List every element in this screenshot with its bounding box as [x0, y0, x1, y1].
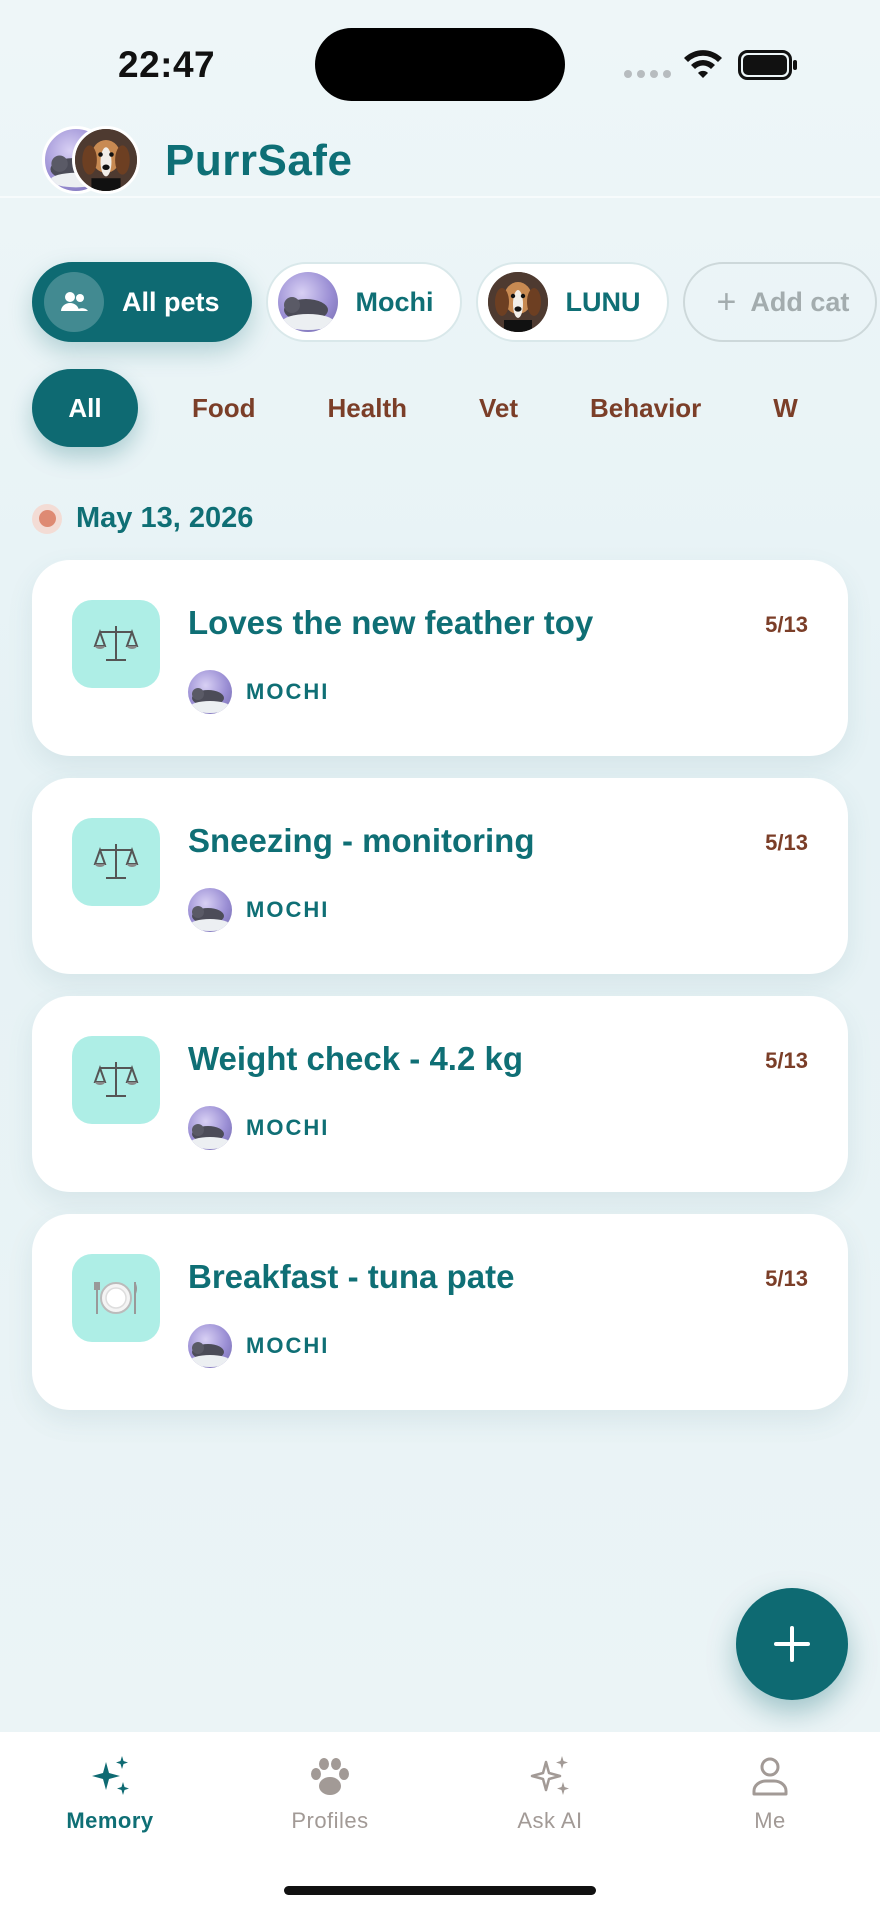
- nav-ask-ai[interactable]: Ask AI: [460, 1752, 640, 1852]
- card-pet-tag: MOCHI: [188, 670, 329, 714]
- card-pet-name: MOCHI: [246, 1115, 330, 1140]
- pet-chip-label: LUNU: [565, 286, 641, 317]
- memory-card[interactable]: Sneezing - monitoring 5/13 MOCHI: [32, 778, 848, 974]
- card-title: Breakfast - tuna pate: [188, 1258, 515, 1295]
- status-bar: 22:47: [0, 0, 880, 120]
- card-date: 5/13: [765, 1266, 808, 1291]
- pet-avatars[interactable]: [42, 126, 142, 196]
- mochi-avatar: [188, 888, 232, 932]
- pet-filter-row: All pets Mochi LUNU + Add cat: [32, 262, 878, 344]
- timeline-date-header: May 13, 2026: [32, 502, 253, 535]
- tab-health[interactable]: Health: [292, 369, 443, 447]
- scale-icon: [72, 1036, 160, 1124]
- tab-behavior[interactable]: Behavior: [554, 369, 737, 447]
- cellular-signal-icon: [624, 70, 671, 78]
- pet-chip-all-pets[interactable]: All pets: [32, 262, 252, 342]
- date-dot-icon: [32, 503, 62, 534]
- people-icon: [44, 272, 104, 332]
- person-icon: [752, 1757, 788, 1796]
- nav-profiles[interactable]: Profiles: [240, 1752, 420, 1852]
- nav-memory[interactable]: Memory: [20, 1752, 200, 1852]
- card-date: 5/13: [765, 612, 808, 637]
- app-header: PurrSafe: [0, 118, 880, 200]
- app-title: PurrSafe: [165, 136, 353, 185]
- pet-chip-mochi[interactable]: Mochi: [265, 262, 462, 342]
- plate-icon: [72, 1254, 160, 1342]
- card-title: Loves the new feather toy: [188, 604, 594, 641]
- paw-icon: [311, 1758, 349, 1795]
- sparkles-icon: [530, 1756, 569, 1795]
- timeline-date: May 13, 2026: [76, 502, 254, 534]
- card-title: Weight check - 4.2 kg: [188, 1040, 523, 1077]
- add-cat-button[interactable]: + Add cat: [682, 262, 878, 342]
- plus-icon: +: [716, 282, 737, 321]
- memory-card[interactable]: Weight check - 4.2 kg 5/13 MOCHI: [32, 996, 848, 1192]
- memory-card[interactable]: Loves the new feather toy 5/13 MOCHI: [32, 560, 848, 756]
- nav-me[interactable]: Me: [680, 1752, 860, 1852]
- memory-card[interactable]: Breakfast - tuna pate 5/13 MOCHI: [32, 1214, 848, 1410]
- tab-food[interactable]: Food: [156, 369, 292, 447]
- tab-vet[interactable]: Vet: [443, 369, 554, 447]
- card-title: Sneezing - monitoring: [188, 822, 535, 859]
- nav-label: Memory: [66, 1808, 154, 1833]
- add-cat-label: Add cat: [750, 286, 850, 317]
- card-pet-tag: MOCHI: [188, 1324, 329, 1368]
- card-pet-name: MOCHI: [246, 1333, 330, 1358]
- category-tabs: All Food Health Vet Behavior W: [32, 368, 834, 448]
- sparkles-icon: [92, 1756, 129, 1795]
- card-pet-tag: MOCHI: [188, 1106, 329, 1150]
- header-divider: [0, 196, 880, 198]
- pet-chip-label: All pets: [122, 286, 220, 317]
- mochi-avatar: [188, 1324, 232, 1368]
- nav-label: Ask AI: [517, 1808, 583, 1833]
- pet-chip-lunu[interactable]: LUNU: [475, 262, 669, 342]
- lunu-avatar: [72, 126, 140, 194]
- status-time: 22:47: [118, 44, 216, 85]
- card-date: 5/13: [765, 1048, 808, 1073]
- mochi-avatar: [277, 272, 338, 332]
- card-date: 5/13: [765, 830, 808, 855]
- battery-icon: [738, 50, 797, 80]
- home-indicator: [284, 1886, 596, 1895]
- dynamic-island: [315, 28, 565, 101]
- card-pet-name: MOCHI: [246, 679, 330, 704]
- nav-label: Profiles: [291, 1808, 369, 1833]
- scale-icon: [72, 600, 160, 688]
- tab-more[interactable]: W: [737, 369, 834, 447]
- scale-icon: [72, 818, 160, 906]
- pet-chip-label: Mochi: [355, 286, 434, 317]
- card-pet-tag: MOCHI: [188, 888, 329, 932]
- mochi-avatar: [188, 670, 232, 714]
- nav-label: Me: [754, 1808, 786, 1833]
- plus-icon: [774, 1626, 810, 1662]
- wifi-icon: [684, 50, 722, 78]
- bottom-nav: Memory Profiles Ask AI Me: [0, 1732, 880, 1912]
- lunu-avatar: [487, 272, 548, 332]
- card-pet-name: MOCHI: [246, 897, 330, 922]
- add-memory-button[interactable]: [736, 1588, 848, 1700]
- tab-all[interactable]: All: [32, 369, 138, 447]
- mochi-avatar: [188, 1106, 232, 1150]
